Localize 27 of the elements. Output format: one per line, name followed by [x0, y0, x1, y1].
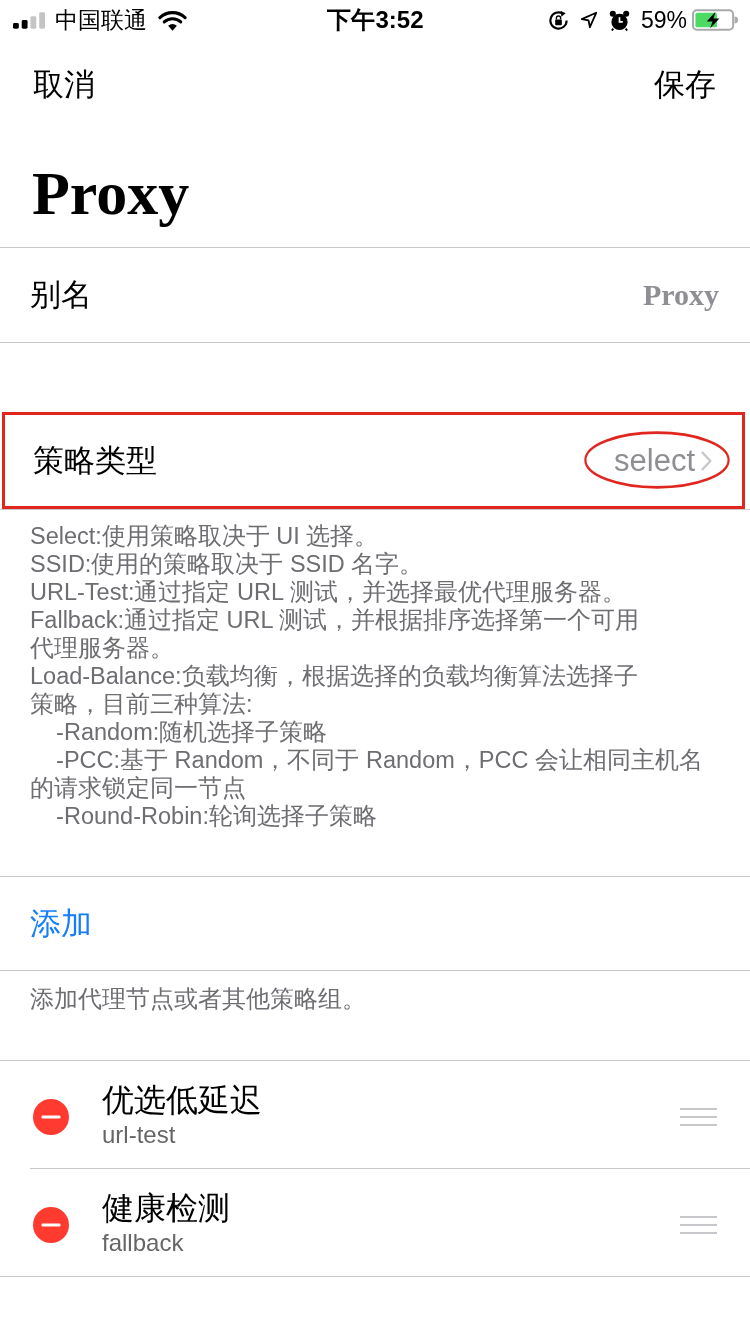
- policy-type-description: Select:使用策略取决于 UI 选择。 SSID:使用的策略取决于 SSID 名字。 URL-Test:通过指定 URL 测试，并选择最优代理服务器。 Fallback:通过指定 URL 测试，并根据排序选择第一个可用 代理服务器。 Load-Balance:负载均衡，根据选择的负载均衡算法选择子 策略，目前三种算法: -Random:随机选择子策略 -PCC:基于 Random，不同于 Random，PCC 会让相同主机名 的请求锁定同一节点 -Round-Robin:轮询选择子策略: [30, 522, 704, 830]
- status-time: 下午3:52: [327, 5, 424, 35]
- battery-icon: [692, 9, 738, 31]
- page-title: Proxy: [32, 158, 190, 229]
- cancel-button[interactable]: 取消: [33, 64, 95, 106]
- chevron-right-icon: [701, 450, 712, 471]
- location-arrow-icon: [579, 11, 598, 29]
- group-type: url-test: [102, 1119, 176, 1150]
- add-button[interactable]: 添加: [30, 902, 92, 945]
- battery-percentage: 59%: [640, 6, 687, 34]
- signal-icon: [13, 11, 46, 29]
- save-button[interactable]: 保存: [654, 64, 716, 106]
- policy-type-label: 策略类型: [33, 441, 157, 480]
- alias-value[interactable]: Proxy: [642, 278, 719, 312]
- alarm-clock-icon: [608, 9, 630, 31]
- group-name: 健康检测: [102, 1188, 230, 1228]
- group-name: 优选低延迟: [102, 1080, 262, 1120]
- alias-label: 别名: [30, 276, 92, 314]
- drag-handle-icon[interactable]: [680, 1215, 717, 1234]
- group-type: fallback: [102, 1227, 184, 1258]
- wifi-icon: [158, 9, 187, 31]
- drag-handle-icon[interactable]: [680, 1107, 717, 1126]
- carrier-name: 中国联通: [55, 5, 147, 35]
- minus-circle-icon[interactable]: [33, 1098, 69, 1135]
- rotation-lock-icon: [547, 9, 569, 31]
- minus-circle-icon[interactable]: [33, 1206, 69, 1243]
- add-hint: 添加代理节点或者其他策略组。: [30, 986, 366, 1012]
